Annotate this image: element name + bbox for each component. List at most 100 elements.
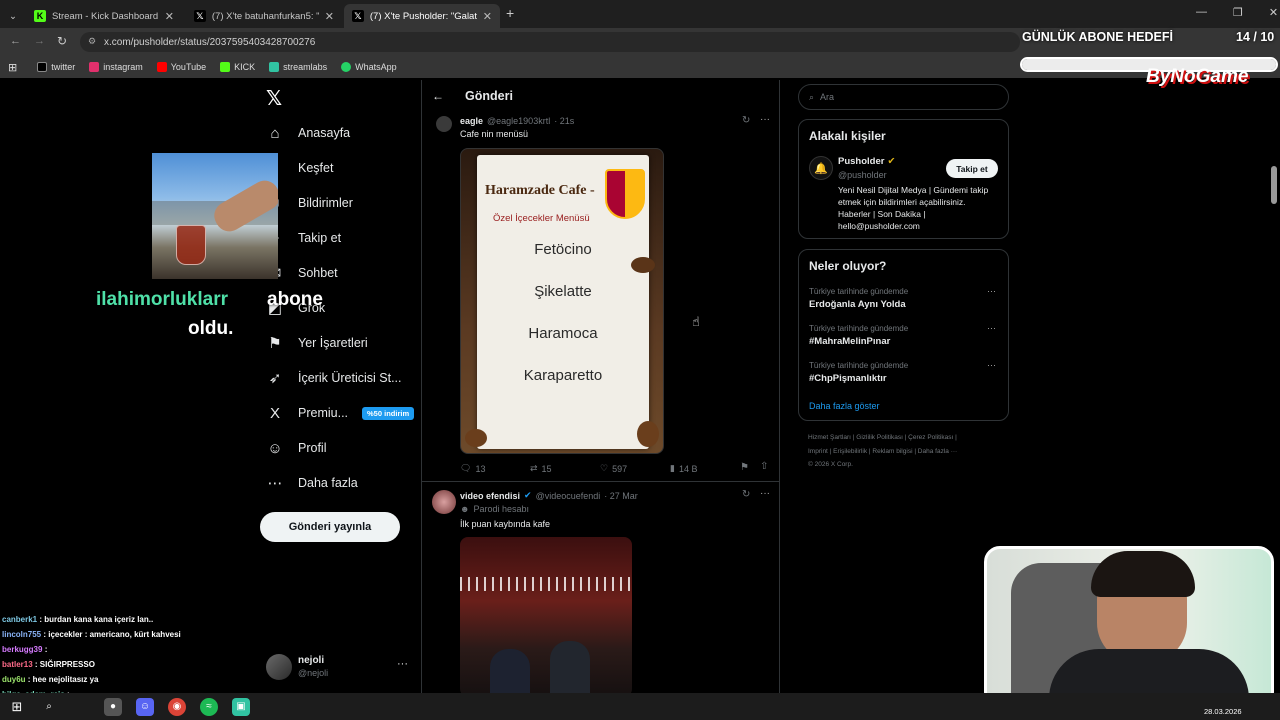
menu-title: Haramzade Cafe - — [485, 183, 595, 198]
avatar[interactable] — [432, 490, 456, 514]
sidebar-item-label: Anasayfa — [298, 126, 351, 140]
sidebar-item-profile[interactable]: ☺ Profil — [266, 433, 326, 463]
repost-count: 15 — [541, 463, 552, 474]
tweet-time[interactable]: · 21s — [554, 116, 574, 126]
close-icon[interactable]: ✕ — [483, 10, 492, 23]
more-circle-icon: ⋯ — [267, 475, 283, 492]
bookmark-instagram[interactable]: instagram — [89, 62, 143, 72]
bookmark-whatsapp[interactable]: WhatsApp — [341, 62, 397, 72]
minimize-icon[interactable]: — — [1196, 6, 1207, 19]
tweet-media-video[interactable] — [460, 537, 632, 693]
new-tab-button[interactable]: + — [506, 5, 514, 21]
views-button[interactable]: ▮ 14 B — [670, 463, 697, 474]
like-button[interactable]: ♡ 597 — [600, 463, 627, 474]
trend-item[interactable]: Türkiye tarihinde gündemde #ChpPişmanlıkt… — [809, 361, 908, 384]
menu-item: Fetöcino — [534, 241, 592, 258]
bookmark-youtube[interactable]: YouTube — [156, 62, 206, 72]
coffee-bean-icon — [637, 421, 659, 447]
windows-start-icon[interactable]: ⊞ — [8, 698, 26, 716]
webcam-feed — [984, 546, 1274, 708]
tab-title: (7) X'te Pusholder: "Galatasaray — [369, 10, 477, 22]
spotify-icon[interactable]: ≈ — [200, 697, 218, 716]
person — [550, 641, 590, 693]
streamlabs-icon[interactable]: ▣ — [232, 697, 250, 716]
discord-icon[interactable]: ☺ — [136, 697, 154, 716]
sidebar-item-rocket[interactable]: ➶ İçerik Üreticisi St... — [266, 363, 402, 393]
tweet-media-image[interactable]: Haramzade Cafe - Özel İçecekler Menüsü F… — [460, 148, 664, 454]
reply-button[interactable]: 🗨 13 — [460, 463, 485, 474]
close-icon[interactable]: ✕ — [165, 10, 174, 23]
back-arrow-icon[interactable]: ← — [432, 89, 444, 103]
tab-batuhanfurkan[interactable]: 𝕏 (7) X'te batuhanfurkan5: "telefo ✕ — [186, 4, 342, 28]
more-icon[interactable]: ··· — [760, 114, 770, 125]
avatar[interactable] — [436, 116, 452, 132]
tea-glass — [176, 225, 206, 265]
search-icon[interactable]: ⌕ — [40, 698, 58, 716]
author-handle[interactable]: @eagle1903krtl — [487, 116, 550, 126]
scrollbar-thumb[interactable] — [1271, 166, 1277, 204]
author-name[interactable]: video efendisi — [460, 491, 520, 501]
more-icon[interactable]: ··· — [987, 323, 996, 333]
footer-links[interactable]: Hizmet Şartları | Gizlilik Politikası | … — [808, 434, 957, 441]
page-title: Gönderi — [465, 89, 513, 103]
restore-icon[interactable]: ❐ — [1233, 6, 1243, 19]
account-switcher[interactable]: nejoli @nejoli ··· — [266, 654, 412, 682]
tweet-time[interactable]: · 27 Mar — [604, 491, 638, 501]
brand-logo: ByNoGame — [1146, 66, 1249, 87]
more-icon[interactable]: ··· — [987, 360, 996, 370]
bookmark-icon: ⚑ — [268, 335, 282, 352]
x-logo-icon[interactable]: 𝕏 — [266, 86, 282, 111]
url-bar[interactable]: ⚙ x.com/pusholder/status/203759540342870… — [80, 32, 1020, 52]
repost-icon: ⇄ — [530, 463, 538, 473]
post-button[interactable]: Gönderi yayınla — [260, 512, 400, 542]
stream-chat: canberk1 : burdan kana kana içeriz lan..… — [2, 612, 262, 702]
reply-icon: 🗨 — [460, 463, 472, 473]
site-info-icon[interactable]: ⚙ — [88, 36, 96, 47]
apps-grid-icon[interactable]: ⊞ — [8, 61, 17, 74]
person-name[interactable]: Pusholder ✔ — [838, 156, 895, 167]
more-icon[interactable]: ··· — [760, 488, 770, 499]
sidebar-item-bookmark[interactable]: ⚑ Yer İşaretleri — [266, 328, 368, 358]
search-input[interactable]: ⌕ Ara — [798, 84, 1009, 110]
bookmark-kick[interactable]: KICK — [220, 62, 255, 72]
close-icon[interactable]: ✕ — [325, 10, 334, 23]
sidebar-item-x-premium[interactable]: X Premiu... %50 indirim — [266, 398, 415, 428]
grok-icon[interactable]: ↻ — [742, 489, 750, 500]
bookmark-twitter[interactable]: twitter — [37, 62, 75, 72]
analytics-icon: ▮ — [670, 463, 675, 473]
avatar — [266, 654, 292, 680]
bookmark-streamlabs[interactable]: streamlabs — [269, 62, 327, 72]
more-icon[interactable]: ··· — [397, 658, 408, 670]
tab-pusholder[interactable]: 𝕏 (7) X'te Pusholder: "Galatasaray ✕ — [344, 4, 500, 28]
instagram-icon — [89, 62, 100, 72]
sidebar-item-bell[interactable]: ♫Bildirimler — [266, 188, 353, 218]
author-name[interactable]: eagle — [460, 116, 483, 126]
bookmark-icon[interactable]: ⚑ — [740, 462, 749, 473]
person-handle[interactable]: @pusholder — [838, 170, 887, 180]
tab-kick-dashboard[interactable]: K Stream - Kick Dashboard ✕ — [26, 4, 182, 28]
person-bio: Yeni Nesil Dijital Medya | Gündemi takip… — [838, 185, 989, 231]
repost-button[interactable]: ⇄ 15 — [530, 463, 552, 474]
obs-icon[interactable]: ● — [104, 697, 122, 716]
x-logo-icon: 𝕏 — [352, 10, 364, 22]
sidebar-item-more-circle[interactable]: ⋯ Daha fazla — [266, 468, 358, 498]
share-icon[interactable]: ⇧ — [760, 461, 768, 472]
more-icon[interactable]: ··· — [987, 286, 996, 296]
author-handle[interactable]: @videocuefendi — [536, 491, 601, 501]
sidebar-item-label: Yer İşaretleri — [298, 336, 368, 350]
tab-search-button[interactable]: ⌄ — [4, 4, 22, 28]
follow-button[interactable]: Takip et — [946, 159, 998, 178]
sidebar-item-home[interactable]: ⌂ Anasayfa — [266, 118, 350, 148]
forward-icon[interactable]: → — [34, 35, 45, 47]
chrome-icon[interactable]: ◉ — [168, 697, 186, 716]
show-more-link[interactable]: Daha fazla göster — [809, 401, 880, 411]
back-icon[interactable]: ← — [10, 35, 21, 47]
grok-icon[interactable]: ↻ — [742, 115, 750, 126]
reload-icon[interactable]: ↻ — [57, 34, 67, 48]
footer-links[interactable]: Imprint | Erişilebilirlik | Reklam bilgi… — [808, 448, 957, 455]
close-window-icon[interactable]: ✕ — [1269, 6, 1278, 19]
chat-message: duy6u : hee nejolitasız ya — [2, 672, 262, 687]
trend-item[interactable]: Türkiye tarihinde gündemde Erdoğanla Aynı… — [809, 287, 908, 310]
trend-item[interactable]: Türkiye tarihinde gündemde #MahraMelinPın… — [809, 324, 908, 347]
bell-logo-icon[interactable]: 🔔 — [809, 156, 833, 180]
